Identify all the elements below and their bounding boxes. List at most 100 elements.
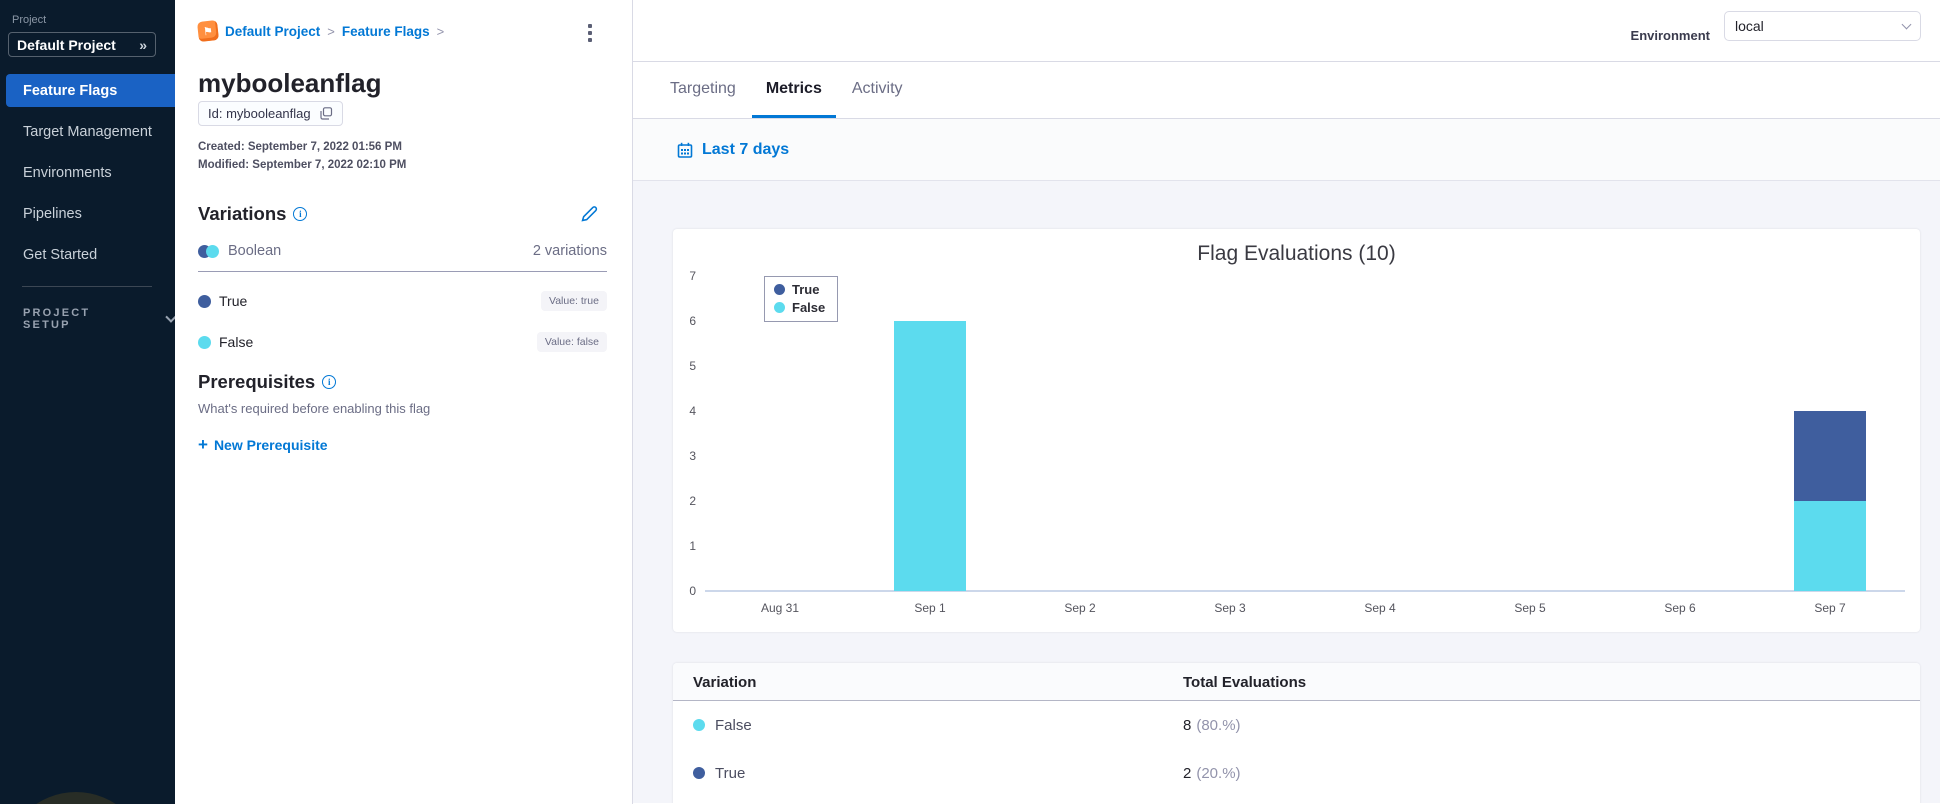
table-row: False 8 (80.%) <box>673 701 1920 749</box>
x-axis-tick-label: Sep 2 <box>1064 601 1096 615</box>
environment-label: Environment <box>1630 28 1710 43</box>
variation-color-dot <box>693 767 705 779</box>
table-header-row: Variation Total Evaluations <box>673 663 1920 701</box>
metrics-content: Flag Evaluations (10) True False 0 1 2 3 4 5 6 7… <box>633 181 1940 803</box>
project-label: Project <box>12 14 47 26</box>
bar-segment-false <box>894 321 966 591</box>
variation-name: False <box>219 334 254 350</box>
breadcrumb-project-link[interactable]: Default Project <box>225 24 320 39</box>
calendar-icon <box>677 142 693 158</box>
flag-detail-panel: ⚑ Default Project > Feature Flags > mybo… <box>175 0 633 804</box>
plus-icon: + <box>198 435 208 454</box>
evaluation-count: 2 <box>1183 764 1192 782</box>
sidebar-item-target-management[interactable]: Target Management <box>0 115 175 148</box>
tab-activity[interactable]: Activity <box>838 62 917 118</box>
environment-header: Environment local <box>633 0 1940 62</box>
variation-color-dot <box>198 294 211 308</box>
x-axis-tick-label: Sep 1 <box>914 601 946 615</box>
variations-heading: Variations i <box>198 203 308 225</box>
feature-flags-logo-icon: ⚑ <box>197 20 219 42</box>
project-setup-label: PROJECT SETUP <box>23 307 91 331</box>
variation-type-label: Boolean <box>228 243 282 259</box>
legend-entry-true: True <box>774 282 825 297</box>
prerequisites-info-icon[interactable]: i <box>322 375 337 389</box>
date-range-label: Last 7 days <box>702 140 790 158</box>
project-selector[interactable]: Default Project » <box>8 32 156 57</box>
bar-segment-false <box>1794 501 1866 591</box>
legend-entry-false: False <box>774 300 825 315</box>
boolean-toggle-icon <box>198 244 219 258</box>
modified-timestamp: Modified: September 7, 2022 02:10 PM <box>198 159 407 171</box>
created-timestamp: Created: September 7, 2022 01:56 PM <box>198 141 402 153</box>
project-setup-toggle[interactable]: PROJECT SETUP <box>23 307 175 331</box>
flag-id-chip: Id: mybooleanflag <box>198 101 343 126</box>
environment-select-value: local <box>1735 18 1764 34</box>
expand-sidebar-icon[interactable]: » <box>139 37 147 53</box>
tab-targeting[interactable]: Targeting <box>656 62 750 118</box>
y-axis-tick-label: 0 <box>689 584 696 598</box>
evaluations-table: Variation Total Evaluations False 8 (80.%)… <box>673 663 1920 803</box>
chevron-down-icon <box>165 311 175 323</box>
column-header-total-evaluations: Total Evaluations <box>1183 673 1307 691</box>
flag-title: mybooleanflag <box>198 68 382 98</box>
flag-tabs: Targeting Metrics Activity <box>633 62 1940 119</box>
sidebar-item-get-started[interactable]: Get Started <box>0 238 175 271</box>
variation-name: True <box>219 293 248 309</box>
legend-color-dot <box>774 284 785 295</box>
sidebar-item-feature-flags[interactable]: Feature Flags <box>6 74 175 107</box>
x-axis-tick-label: Sep 7 <box>1814 601 1846 615</box>
y-axis-tick-label: 7 <box>689 269 696 283</box>
flag-options-menu-button[interactable] <box>579 18 601 48</box>
prerequisites-description: What's required before enabling this fla… <box>198 401 431 416</box>
chart-legend: True False <box>764 276 839 322</box>
environment-select[interactable]: local <box>1724 11 1921 41</box>
project-selector-value: Default Project <box>17 36 116 53</box>
x-axis-tick-label: Sep 3 <box>1214 601 1246 615</box>
evaluation-count: 8 <box>1183 716 1192 734</box>
x-axis-tick-label: Sep 6 <box>1664 601 1696 615</box>
variations-divider <box>198 271 607 272</box>
sidebar-nav: Feature Flags Target Management Environmen… <box>0 74 175 279</box>
legend-color-dot <box>774 302 785 313</box>
sidebar-item-environments[interactable]: Environments <box>0 156 175 189</box>
variations-info-icon[interactable]: i <box>293 207 308 221</box>
breadcrumb-separator: > <box>327 23 335 39</box>
table-variation-name: False <box>715 716 752 734</box>
evaluation-percent: (20.%) <box>1196 764 1241 782</box>
bar-segment-true <box>1794 411 1866 501</box>
breadcrumb-section-link[interactable]: Feature Flags <box>342 24 430 39</box>
breadcrumb: ⚑ Default Project > Feature Flags > <box>197 20 445 42</box>
variation-type-row: Boolean 2 variations <box>198 243 607 259</box>
table-body: False 8 (80.%) True 2 (20.%) <box>673 701 1920 797</box>
new-prerequisite-button[interactable]: + New Prerequisite <box>198 435 328 454</box>
y-axis-tick-label: 2 <box>689 494 696 508</box>
sidebar-item-pipelines[interactable]: Pipelines <box>0 197 175 230</box>
x-axis-tick-label: Sep 5 <box>1514 601 1546 615</box>
table-row: True 2 (20.%) <box>673 749 1920 797</box>
chevron-down-icon <box>1901 19 1912 30</box>
variation-row: True Value: true <box>198 291 607 311</box>
variation-row: False Value: false <box>198 332 607 352</box>
copy-icon[interactable] <box>320 107 333 120</box>
flag-evaluations-chart: Flag Evaluations (10) True False 0 1 2 3 4 5 6 7… <box>673 229 1920 632</box>
variation-count: 2 variations <box>532 243 607 259</box>
variation-color-dot <box>198 335 211 349</box>
table-variation-name: True <box>715 764 746 782</box>
variation-value-chip: Value: true <box>540 291 607 311</box>
chart-title: Flag Evaluations (10) <box>1197 242 1396 265</box>
y-axis-tick-label: 6 <box>689 314 696 328</box>
flag-id-text: Id: mybooleanflag <box>208 106 311 121</box>
legend-label: False <box>792 300 826 315</box>
help-bubble-button[interactable] <box>4 792 148 804</box>
breadcrumb-separator: > <box>436 23 445 39</box>
tab-metrics[interactable]: Metrics <box>751 62 836 118</box>
legend-label: True <box>792 282 820 297</box>
y-axis-tick-label: 1 <box>689 539 696 553</box>
variation-value-chip: Value: false <box>536 332 607 352</box>
date-range-picker[interactable]: Last 7 days <box>633 119 1940 181</box>
column-header-variation: Variation <box>693 673 757 691</box>
edit-variations-icon[interactable] <box>579 204 599 224</box>
y-axis-tick-label: 3 <box>689 449 696 463</box>
x-axis-line <box>705 590 1905 592</box>
y-axis-tick-label: 4 <box>689 404 696 418</box>
